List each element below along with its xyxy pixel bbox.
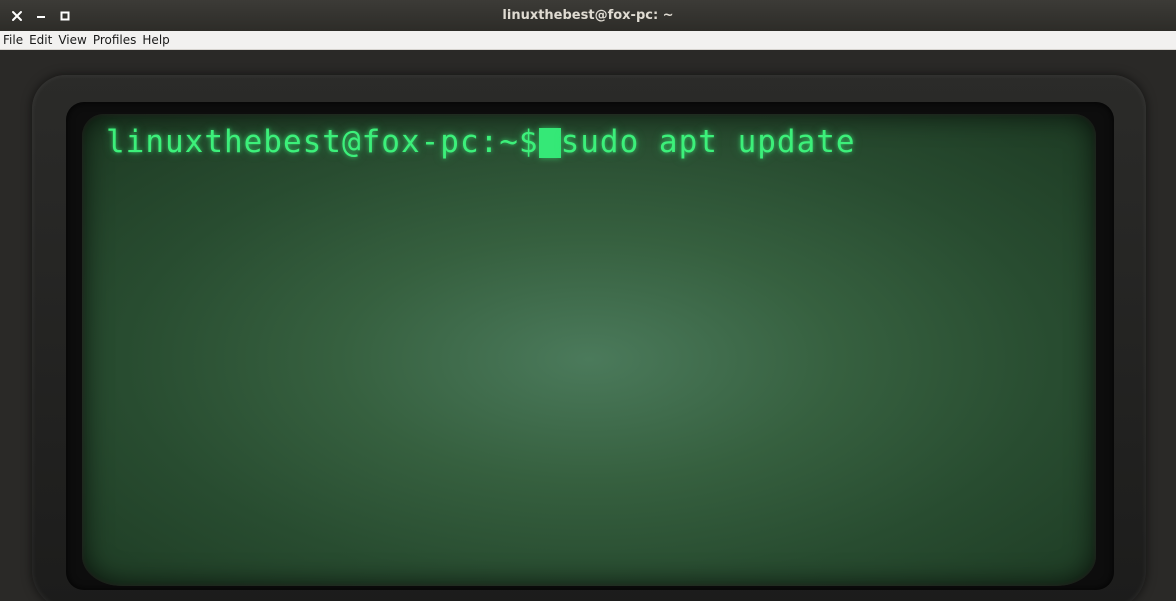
menu-file[interactable]: File (0, 31, 26, 49)
menu-view[interactable]: View (55, 31, 89, 49)
menu-bar: File Edit View Profiles Help (0, 31, 1176, 50)
terminal-line: linuxthebest@fox-pc:~$ sudo apt update (106, 124, 856, 160)
terminal-body: linuxthebest@fox-pc:~$ sudo apt update (0, 50, 1176, 601)
typed-command: sudo apt update (560, 124, 856, 160)
menu-help[interactable]: Help (139, 31, 172, 49)
text-cursor (538, 128, 561, 158)
menu-edit[interactable]: Edit (26, 31, 55, 49)
terminal-window: linuxthebest@fox-pc: ~ File Edit View Pr… (0, 0, 1176, 601)
menu-profiles[interactable]: Profiles (90, 31, 140, 49)
window-title: linuxthebest@fox-pc: ~ (502, 8, 674, 23)
shell-prompt: linuxthebest@fox-pc:~$ (106, 124, 539, 160)
terminal-screen[interactable]: linuxthebest@fox-pc:~$ sudo apt update (82, 114, 1096, 586)
title-bar[interactable]: linuxthebest@fox-pc: ~ (0, 0, 1176, 31)
